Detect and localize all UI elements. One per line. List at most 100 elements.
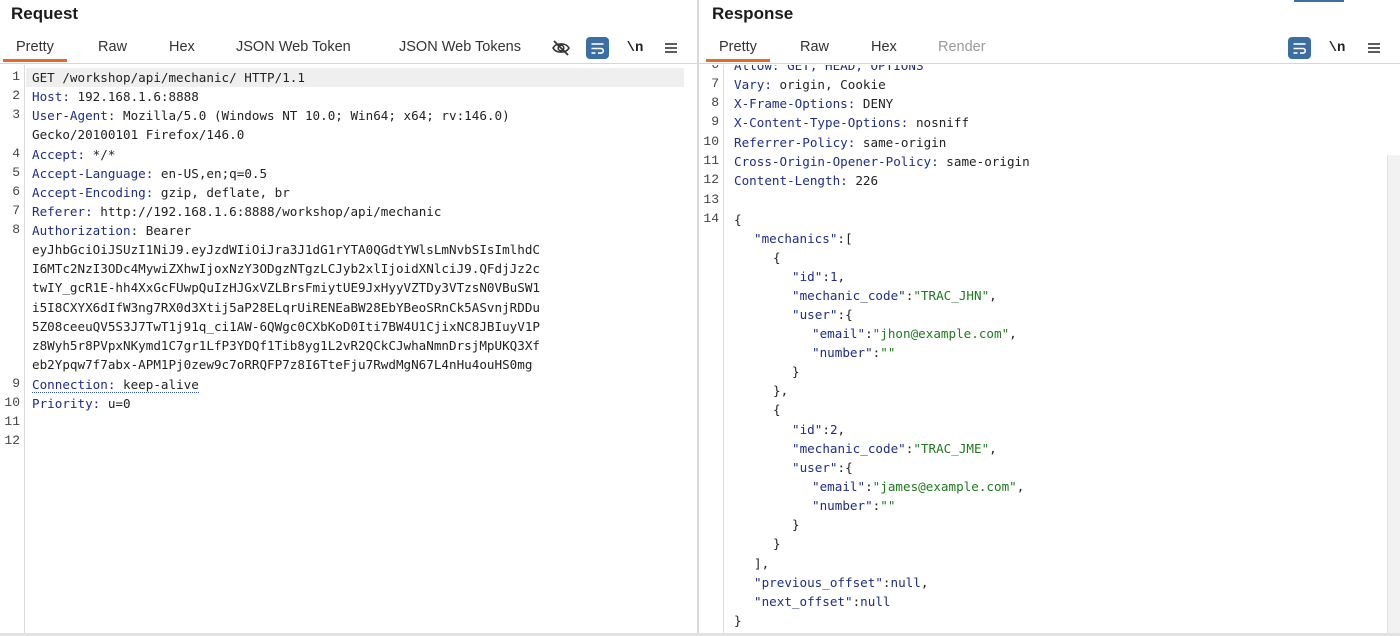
json-key: "previous_offset" — [754, 575, 883, 590]
json-line: "number":"" — [812, 498, 896, 513]
json-brace: } — [773, 536, 781, 551]
json-open-brace: { — [734, 212, 742, 227]
response-line: X-Frame-Options: DENY — [734, 94, 893, 113]
tab-pretty[interactable]: Pretty — [706, 39, 770, 62]
header-key: Accept-Encoding: — [32, 185, 154, 200]
request-title: Request — [11, 4, 79, 23]
json-line: "mechanic_code":"TRAC_JHN", — [792, 288, 997, 303]
line-number: 11 — [4, 414, 20, 429]
response-line: Content-Length: 226 — [734, 171, 878, 190]
word-wrap-icon[interactable] — [1288, 37, 1311, 59]
header-key: Connection: — [32, 377, 116, 392]
tab-hex[interactable]: Hex — [871, 39, 897, 55]
request-line: User-Agent: Mozilla/5.0 (Windows NT 10.0… — [32, 106, 510, 125]
json-line: "id":2, — [792, 422, 846, 437]
response-editor[interactable]: 6 7 8 9 10 11 12 13 14 Allow: GET, HEAD,… — [699, 65, 1400, 633]
json-brace: ], — [754, 556, 770, 571]
json-key: "id" — [792, 269, 823, 284]
header-value: u=0 — [100, 396, 131, 411]
token-line: twIY_gcR1E-hh4XxGcFUwpQuIzHJGxVZLBrsFmiy… — [32, 280, 540, 295]
line-number: 1 — [12, 69, 20, 84]
tab-raw[interactable]: Raw — [98, 39, 127, 55]
json-key: "mechanic_code" — [792, 441, 906, 456]
json-line: "email":"jhon@example.com", — [812, 326, 1017, 341]
header-value: gzip, deflate, br — [153, 185, 290, 200]
tab-raw[interactable]: Raw — [800, 39, 829, 55]
line-number: 12 — [703, 172, 719, 187]
header-value: 192.168.1.6:8888 — [69, 89, 199, 104]
hamburger-menu-icon[interactable] — [660, 37, 682, 59]
response-line: Vary: origin, Cookie — [734, 75, 886, 94]
json-number: 2 — [829, 422, 838, 437]
line-number: 10 — [703, 134, 719, 149]
tab-render[interactable]: Render — [938, 39, 986, 55]
json-string: "" — [880, 498, 896, 513]
json-string: "TRAC_JHN" — [913, 288, 990, 303]
line-number: 8 — [12, 222, 20, 237]
header-value: */* — [85, 147, 116, 162]
header-key: Referer: — [32, 204, 93, 219]
json-string: "jhon@example.com" — [872, 326, 1010, 341]
response-title: Response — [712, 4, 794, 23]
header-key: Cross-Origin-Opener-Policy: — [734, 154, 939, 169]
json-close-brace: } — [734, 613, 742, 628]
json-key: "mechanics" — [754, 231, 838, 246]
header-key: Accept-Language: — [32, 166, 154, 181]
tab-json-web-tokens[interactable]: JSON Web Tokens — [399, 39, 521, 55]
tab-json-web-token[interactable]: JSON Web Token — [236, 39, 351, 55]
json-line: "id":1, — [792, 269, 846, 284]
json-brace: } — [792, 517, 800, 532]
json-key: "id" — [792, 422, 823, 437]
header-key: Authorization: — [32, 223, 139, 238]
header-key: Priority: — [32, 396, 101, 411]
line-number: 13 — [703, 192, 719, 207]
token-line: z8Wyh5r8PVpxNKymd1C7gr1LfP3YDQf1Tib8yg1L… — [32, 338, 540, 353]
json-line: "user":{ — [792, 460, 853, 475]
header-value: en-US,en;q=0.5 — [153, 166, 268, 181]
vertical-scrollbar[interactable] — [1387, 155, 1400, 633]
tab-hex[interactable]: Hex — [169, 39, 195, 55]
header-key: Host: — [32, 89, 70, 104]
line-number: 12 — [4, 433, 20, 448]
newline-toggle[interactable]: \n — [624, 37, 646, 59]
word-wrap-icon[interactable] — [586, 37, 609, 59]
eye-slash-icon[interactable] — [549, 37, 573, 59]
line-number: 11 — [703, 153, 719, 168]
json-line: "email":"james@example.com", — [812, 479, 1025, 494]
json-key: "email" — [812, 326, 866, 341]
request-line-continuation: Gecko/20100101 Firefox/146.0 — [32, 127, 245, 142]
request-line: GET /workshop/api/mechanic/ HTTP/1.1 — [32, 70, 305, 85]
hamburger-menu-icon[interactable] — [1363, 37, 1385, 59]
header-key: X-Content-Type-Options: — [734, 115, 909, 130]
line-number: 9 — [711, 114, 719, 129]
json-line: "mechanic_code":"TRAC_JME", — [792, 441, 997, 456]
token-line: eyJhbGciOiJSUzI1NiJ9.eyJzdWIiOiJra3J1dG1… — [32, 242, 540, 257]
token-line: 5Z08ceeuQV5S3J7TwT1j91q_ci1AW-6QWgc0CXbK… — [32, 319, 540, 334]
tab-pretty[interactable]: Pretty — [3, 39, 67, 62]
response-tabbar: Pretty Raw Hex Render \n — [699, 34, 1400, 64]
json-line: "mechanics":[ — [754, 229, 853, 248]
json-line: "next_offset":null — [754, 594, 891, 609]
header-key: Content-Length: — [734, 173, 848, 188]
response-line: Cross-Origin-Opener-Policy: same-origin — [734, 152, 1030, 171]
request-tabbar: Pretty Raw Hex JSON Web Token JSON Web T… — [0, 34, 697, 64]
header-value: same-origin — [938, 154, 1030, 169]
newline-label: \n — [626, 40, 644, 56]
token-line: i5I8CXYX6dIfW3ng7RX0d3Xtij5aP28ELqrUiREN… — [32, 300, 540, 315]
header-value: Bearer — [138, 223, 192, 238]
newline-toggle[interactable]: \n — [1326, 37, 1348, 59]
json-string: "james@example.com" — [872, 479, 1017, 494]
json-line: "previous_offset":null, — [754, 575, 929, 590]
response-pane: Response Pretty Raw Hex Render \n 6 7 8 … — [699, 0, 1400, 636]
header-value: 226 — [847, 173, 879, 188]
json-brace: { — [773, 402, 781, 417]
json-key: "email" — [812, 479, 866, 494]
request-gutter: 1 2 3 4 5 6 7 8 9 10 11 12 — [0, 65, 25, 633]
request-editor[interactable]: 1 2 3 4 5 6 7 8 9 10 11 12 GET /workshop… — [0, 65, 697, 633]
json-brace: }, — [773, 383, 789, 398]
line-number: 2 — [12, 88, 20, 103]
json-punct: :[ — [837, 231, 853, 246]
request-line: Accept-Encoding: gzip, deflate, br — [32, 183, 290, 202]
header-value: same-origin — [855, 135, 947, 150]
header-value: keep-alive — [115, 377, 199, 392]
